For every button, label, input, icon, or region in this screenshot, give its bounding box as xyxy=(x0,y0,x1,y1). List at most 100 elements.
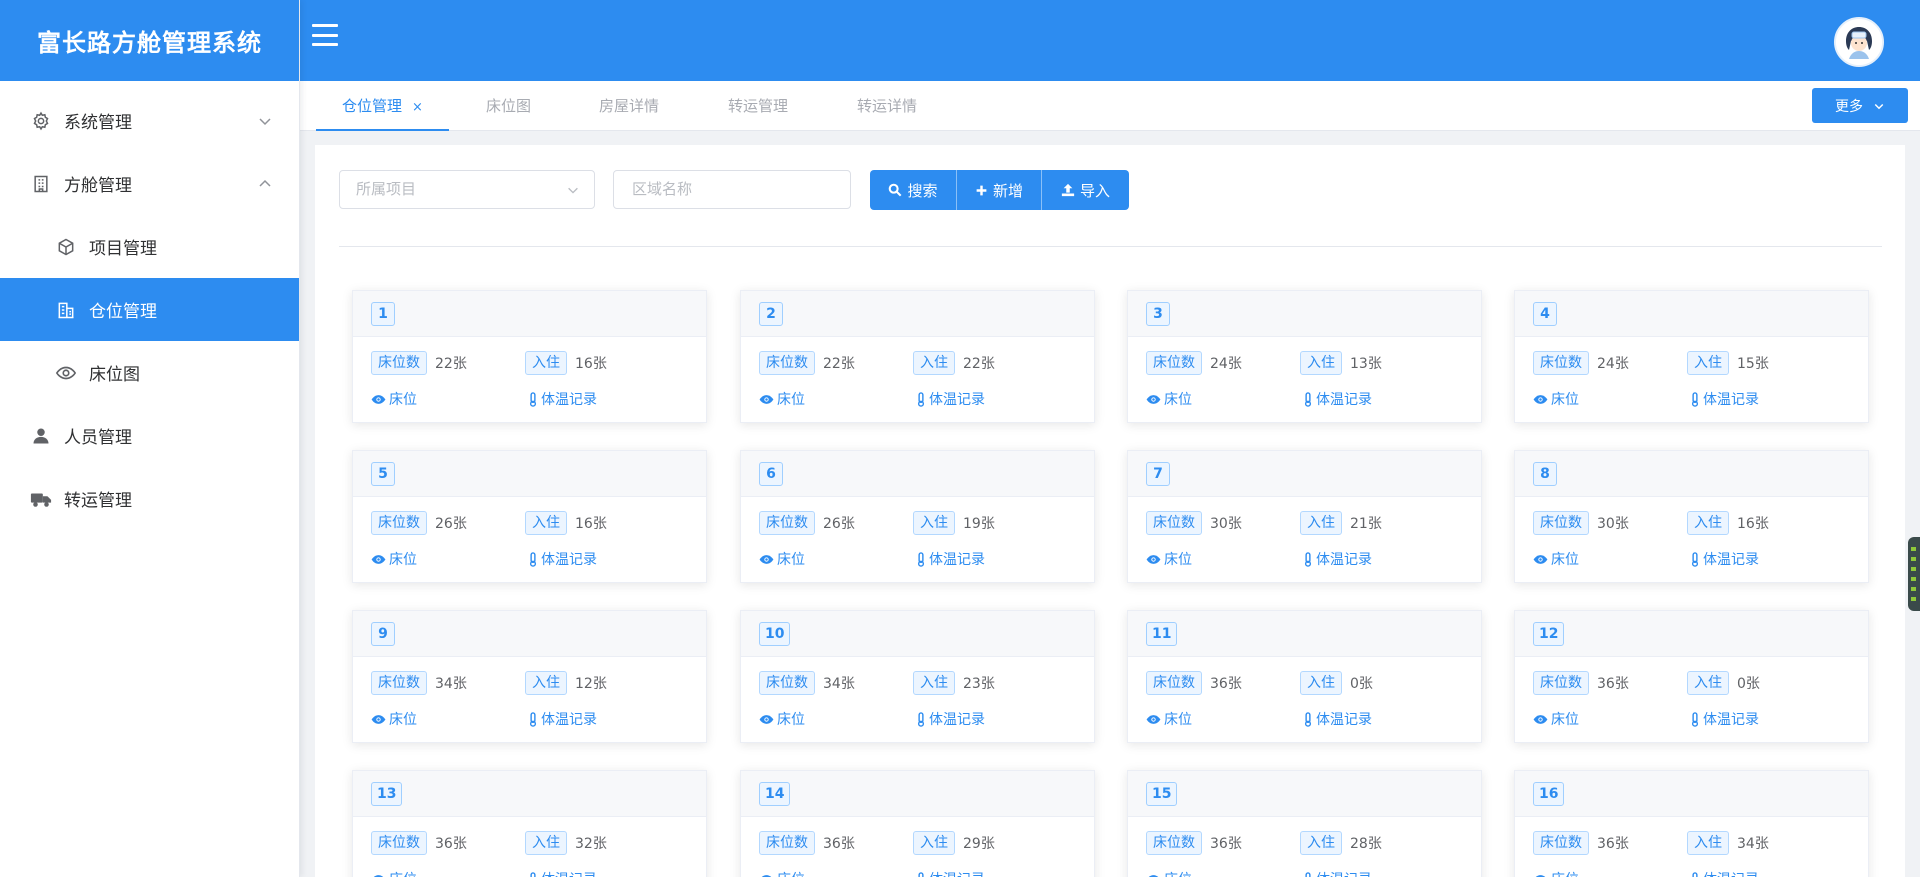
temperature-record-link[interactable]: 体温记录 xyxy=(916,389,985,409)
temperature-record-link[interactable]: 体温记录 xyxy=(1303,389,1372,409)
temperature-record-link[interactable]: 体温记录 xyxy=(1303,709,1372,729)
card-header: 16 xyxy=(1515,771,1868,817)
tab-bedmap[interactable]: 床位图 xyxy=(460,81,557,131)
sidebar-item-storage[interactable]: 仓位管理 xyxy=(0,278,299,341)
bed-link[interactable]: 床位 xyxy=(371,709,528,729)
card-links-row: 床位 体温记录 xyxy=(1146,869,1372,877)
beds-count: 36张 xyxy=(435,836,467,852)
bed-link[interactable]: 床位 xyxy=(1146,549,1303,569)
bed-link[interactable]: 床位 xyxy=(1533,709,1690,729)
sidebar-item-bedmap[interactable]: 床位图 xyxy=(0,341,299,404)
sidebar-item-system[interactable]: 系统管理 xyxy=(0,89,299,152)
chevron-up-icon xyxy=(259,179,271,187)
bed-link[interactable]: 床位 xyxy=(759,389,916,409)
beds-tag: 床位数 xyxy=(1533,671,1589,695)
more-label: 更多 xyxy=(1835,98,1863,115)
sidebar-item-fangcang[interactable]: 方舱管理 xyxy=(0,152,299,215)
chevron-down-icon xyxy=(1874,103,1884,109)
temperature-record-link[interactable]: 体温记录 xyxy=(916,549,985,569)
eye-icon xyxy=(55,362,77,384)
card-links-row: 床位 体温记录 xyxy=(1533,549,1759,569)
occupied-tag: 入住 xyxy=(913,831,955,855)
thermometer-icon xyxy=(529,711,537,727)
beds-count: 22张 xyxy=(435,356,467,372)
tab-label: 转运管理 xyxy=(728,97,789,115)
temperature-record-link[interactable]: 体温记录 xyxy=(1690,709,1759,729)
storage-number-badge: 9 xyxy=(371,622,395,646)
card-header: 5 xyxy=(353,451,706,497)
temperature-record-link[interactable]: 体温记录 xyxy=(528,389,597,409)
sidebar-item-transfer[interactable]: 转运管理 xyxy=(0,467,299,530)
search-button[interactable]: 搜索 xyxy=(870,170,957,210)
card-header: 12 xyxy=(1515,611,1868,657)
temperature-record-link[interactable]: 体温记录 xyxy=(916,869,985,877)
temperature-record-link[interactable]: 体温记录 xyxy=(1303,869,1372,877)
bed-link[interactable]: 床位 xyxy=(1146,869,1303,877)
temperature-record-link[interactable]: 体温记录 xyxy=(528,869,597,877)
beds-count: 30张 xyxy=(1597,516,1629,532)
search-label: 搜索 xyxy=(907,181,938,200)
bed-link[interactable]: 床位 xyxy=(371,549,528,569)
occupied-count: 19张 xyxy=(963,516,995,532)
project-select[interactable]: 所属项目 xyxy=(339,170,595,209)
temperature-record-link[interactable]: 体温记录 xyxy=(528,709,597,729)
bed-link[interactable]: 床位 xyxy=(1146,389,1303,409)
tab-storage[interactable]: 仓位管理 × xyxy=(316,81,449,131)
more-button[interactable]: 更多 xyxy=(1812,88,1908,123)
tab-label: 房屋详情 xyxy=(599,97,660,115)
card-stats-row: 床位数 30张 入住 16张 xyxy=(1533,511,1769,535)
storage-card: 8 床位数 30张 入住 16张 床位 体温记录 xyxy=(1514,450,1869,583)
bed-link[interactable]: 床位 xyxy=(371,389,528,409)
thermometer-icon xyxy=(917,551,925,567)
bed-link[interactable]: 床位 xyxy=(371,869,528,877)
tab-transfer[interactable]: 转运管理 xyxy=(702,81,814,131)
tab-house-detail[interactable]: 房屋详情 xyxy=(573,81,685,131)
action-buttons: 搜索 新增 导入 xyxy=(870,170,1129,210)
storage-card: 7 床位数 30张 入住 21张 床位 体温记录 xyxy=(1127,450,1482,583)
add-button[interactable]: 新增 xyxy=(957,170,1042,210)
occupied-count: 23张 xyxy=(963,676,995,692)
avatar[interactable] xyxy=(1834,17,1884,67)
occupied-tag: 入住 xyxy=(1300,511,1342,535)
temperature-record-link[interactable]: 体温记录 xyxy=(1690,389,1759,409)
thermometer-icon xyxy=(917,391,925,407)
bed-link[interactable]: 床位 xyxy=(759,549,916,569)
sidebar-item-personnel[interactable]: 人员管理 xyxy=(0,404,299,467)
thermometer-icon xyxy=(1304,711,1312,727)
tab-transfer-detail[interactable]: 转运详情 xyxy=(831,81,943,131)
bed-link[interactable]: 床位 xyxy=(1533,549,1690,569)
card-links-row: 床位 体温记录 xyxy=(371,709,597,729)
bed-link-label: 床位 xyxy=(1164,392,1192,408)
temperature-link-label: 体温记录 xyxy=(1703,869,1759,877)
beds-tag: 床位数 xyxy=(1146,831,1202,855)
temperature-record-link[interactable]: 体温记录 xyxy=(528,549,597,569)
app-title: 富长路方舱管理系统 xyxy=(0,0,299,81)
bed-link[interactable]: 床位 xyxy=(759,869,916,877)
occupied-count: 15张 xyxy=(1737,356,1769,372)
bed-link-label: 床位 xyxy=(777,869,805,877)
temperature-record-link[interactable]: 体温记录 xyxy=(1303,549,1372,569)
area-name-input[interactable]: 区域名称 xyxy=(613,170,851,209)
storage-card: 9 床位数 34张 入住 12张 床位 体温记录 xyxy=(352,610,707,743)
temperature-record-link[interactable]: 体温记录 xyxy=(1690,869,1759,877)
hamburger-menu-icon[interactable] xyxy=(312,24,338,46)
plus-icon xyxy=(976,185,987,195)
card-stats-row: 床位数 36张 入住 0张 xyxy=(1533,671,1760,695)
bed-link[interactable]: 床位 xyxy=(1533,389,1690,409)
bed-link[interactable]: 床位 xyxy=(759,709,916,729)
office-building-icon xyxy=(55,299,77,321)
close-icon[interactable]: × xyxy=(412,100,423,115)
card-links-row: 床位 体温记录 xyxy=(371,389,597,409)
sidebar-item-project[interactable]: 项目管理 xyxy=(0,215,299,278)
beds-count: 30张 xyxy=(1210,516,1242,532)
side-widget[interactable] xyxy=(1908,537,1920,611)
tab-label: 仓位管理 xyxy=(342,97,403,115)
temperature-record-link[interactable]: 体温记录 xyxy=(916,709,985,729)
import-button[interactable]: 导入 xyxy=(1042,170,1129,210)
bed-link[interactable]: 床位 xyxy=(1533,869,1690,877)
bed-link[interactable]: 床位 xyxy=(1146,709,1303,729)
card-header: 9 xyxy=(353,611,706,657)
thermometer-icon xyxy=(1304,391,1312,407)
beds-count: 36张 xyxy=(1597,676,1629,692)
temperature-record-link[interactable]: 体温记录 xyxy=(1690,549,1759,569)
